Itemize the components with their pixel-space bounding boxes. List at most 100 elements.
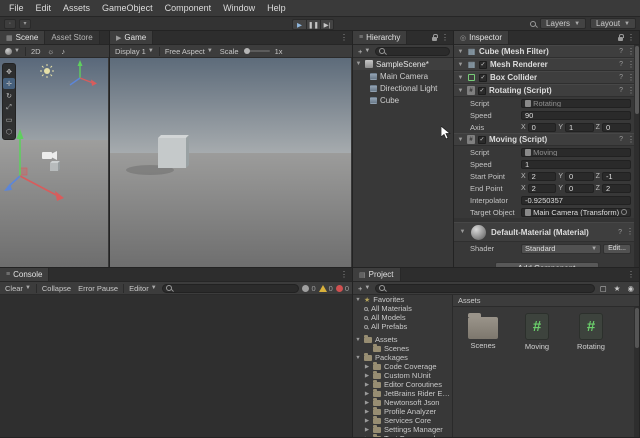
inspector-menu-icon[interactable]: ⋮	[627, 34, 635, 42]
scene-lighting-toggle-icon[interactable]: ☼	[46, 47, 57, 56]
menu-edit[interactable]: Edit	[30, 3, 58, 13]
tree-favorites[interactable]: ▼★Favorites	[353, 295, 452, 304]
shader-edit-button[interactable]: Edit...	[603, 244, 631, 254]
info-filter-toggle[interactable]: 0	[302, 284, 315, 293]
console-log-area[interactable]	[0, 295, 352, 437]
scene-audio-toggle-icon[interactable]: ♪	[59, 47, 67, 56]
menu-component[interactable]: Component	[159, 3, 218, 13]
tab-game[interactable]: ▶Game	[110, 31, 153, 44]
start-y-input[interactable]: 0	[565, 172, 594, 181]
asset-scenes-folder[interactable]: Scenes	[461, 313, 505, 351]
component-header-mesh-filter[interactable]: ▼ ▦ Cube (Mesh Filter) ?⋮	[454, 45, 639, 58]
draw-mode-dropdown[interactable]: ▼	[3, 48, 22, 55]
clear-button[interactable]: Clear▼	[3, 284, 33, 293]
component-header-box-collider[interactable]: ▼ ✓ Box Collider ?⋮	[454, 71, 639, 84]
foldout-icon[interactable]: ▶	[364, 373, 370, 379]
foldout-icon[interactable]: ▼	[355, 297, 361, 303]
tree-package-newtonsoft-json[interactable]: ▶Newtonsoft Json	[353, 398, 452, 407]
enabled-checkbox[interactable]: ✓	[479, 74, 487, 82]
foldout-icon[interactable]: ▶	[364, 364, 370, 370]
start-z-input[interactable]: -1	[602, 172, 631, 181]
rotate-tool-icon[interactable]: ↻	[3, 90, 15, 101]
tree-all-prefabs[interactable]: All Prefabs	[353, 322, 452, 331]
foldout-icon[interactable]: ▶	[364, 409, 370, 415]
hidden-packages-icon[interactable]: ◉	[625, 284, 636, 293]
scrollbar-thumb[interactable]	[635, 308, 639, 348]
pause-button[interactable]: ❚❚	[306, 19, 320, 30]
scale-tool-icon[interactable]: ⤢	[3, 102, 15, 113]
tree-package-services-core[interactable]: ▶Services Core	[353, 416, 452, 425]
error-filter-toggle[interactable]: 0	[336, 284, 349, 293]
cloud-services-icon[interactable]: ▾	[19, 19, 31, 29]
hierarchy-item-main-camera[interactable]: Main Camera	[353, 70, 453, 82]
foldout-icon[interactable]: ▼	[355, 61, 362, 67]
hierarchy-item-cube[interactable]: Cube	[353, 94, 453, 106]
script-object-field[interactable]: Moving	[521, 148, 631, 157]
end-x-input[interactable]: 2	[528, 184, 557, 193]
display-dropdown[interactable]: Display 1▼	[113, 47, 156, 56]
lock-icon[interactable]	[618, 37, 623, 41]
foldout-icon[interactable]: ▼	[355, 355, 361, 361]
component-header-mesh-renderer[interactable]: ▼ ▦ ✓ Mesh Renderer ?⋮	[454, 58, 639, 71]
material-header[interactable]: ▼ Default-Material (Material) ?⋮	[454, 222, 639, 242]
menu-assets[interactable]: Assets	[57, 3, 96, 13]
layers-dropdown[interactable]: Layers▼	[540, 18, 586, 29]
console-menu-icon[interactable]: ⋮	[340, 271, 348, 279]
asset-rotating-script[interactable]: # Rotating	[569, 313, 613, 351]
speed-input[interactable]: 90	[521, 111, 631, 120]
search-icon[interactable]	[530, 21, 536, 27]
foldout-icon[interactable]: ▶	[364, 436, 370, 438]
axis-x-input[interactable]: 0	[528, 123, 557, 132]
tab-project[interactable]: ▤Project	[353, 268, 401, 281]
view-tool-icon[interactable]: ✥	[3, 66, 15, 77]
enabled-checkbox[interactable]: ✓	[478, 136, 486, 144]
tree-package-settings-manager[interactable]: ▶Settings Manager	[353, 425, 452, 434]
inspector-scrollbar[interactable]	[634, 45, 639, 267]
filter-by-type-icon[interactable]: ▢	[598, 284, 609, 293]
console-search-input[interactable]	[162, 284, 300, 293]
tree-all-materials[interactable]: All Materials	[353, 304, 452, 313]
menu-gameobject[interactable]: GameObject	[96, 3, 159, 13]
editor-dropdown[interactable]: Editor▼	[127, 284, 159, 293]
layout-dropdown[interactable]: Layout▼	[590, 18, 636, 29]
tree-package-jetbrains-rider[interactable]: ▶JetBrains Rider Editor	[353, 389, 452, 398]
scene-view[interactable]: ✥ ✛ ↻ ⤢ ▭ ⬡	[0, 58, 109, 267]
create-asset-button[interactable]: +▼	[356, 284, 372, 293]
tree-package-code-coverage[interactable]: ▶Code Coverage	[353, 362, 452, 371]
enabled-checkbox[interactable]: ✓	[478, 87, 486, 95]
project-scrollbar[interactable]	[634, 307, 639, 437]
tab-hierarchy[interactable]: ≡Hierarchy	[353, 31, 407, 44]
target-object-field[interactable]: Main Camera (Transform)	[521, 208, 631, 217]
foldout-icon[interactable]: ▼	[457, 75, 464, 81]
transform-tool-icon[interactable]: ⬡	[3, 126, 15, 137]
project-search-input[interactable]	[375, 284, 594, 293]
help-icon[interactable]: ?	[619, 74, 623, 81]
end-y-input[interactable]: 0	[565, 184, 594, 193]
tab-scene[interactable]: ▦Scene	[0, 31, 45, 44]
component-header-moving-script[interactable]: ▼ # ✓ Moving (Script) ?⋮	[454, 133, 639, 146]
collapse-toggle[interactable]: Collapse	[40, 284, 73, 293]
tree-packages[interactable]: ▼Packages	[353, 353, 452, 362]
foldout-icon[interactable]: ▼	[457, 49, 464, 55]
foldout-icon[interactable]: ▼	[459, 229, 466, 235]
hierarchy-item-directional-light[interactable]: Directional Light	[353, 82, 453, 94]
interpolator-input[interactable]: -0.9250357	[521, 196, 631, 205]
object-picker-icon[interactable]	[621, 209, 627, 215]
menu-window[interactable]: Window	[217, 3, 261, 13]
error-pause-toggle[interactable]: Error Pause	[76, 284, 120, 293]
scale-slider-knob[interactable]	[244, 48, 250, 54]
hierarchy-scene-row[interactable]: ▼ SampleScene*	[353, 58, 453, 70]
lock-icon[interactable]	[432, 37, 437, 41]
hierarchy-search-input[interactable]	[375, 47, 450, 56]
component-header-rotating-script[interactable]: ▼ # ✓ Rotating (Script) ?⋮	[454, 84, 639, 97]
foldout-icon[interactable]: ▶	[364, 400, 370, 406]
script-object-field[interactable]: Rotating	[521, 99, 631, 108]
warning-filter-toggle[interactable]: 0	[319, 284, 333, 293]
scrollbar-thumb[interactable]	[635, 46, 639, 114]
play-button[interactable]: ▶	[292, 19, 306, 30]
foldout-icon[interactable]: ▼	[457, 137, 464, 143]
account-icon[interactable]: ◦	[4, 19, 16, 29]
tree-assets[interactable]: ▼Assets	[353, 335, 452, 344]
tab-console[interactable]: ≡Console	[0, 268, 49, 281]
shader-dropdown[interactable]: Standard▼	[521, 244, 601, 254]
